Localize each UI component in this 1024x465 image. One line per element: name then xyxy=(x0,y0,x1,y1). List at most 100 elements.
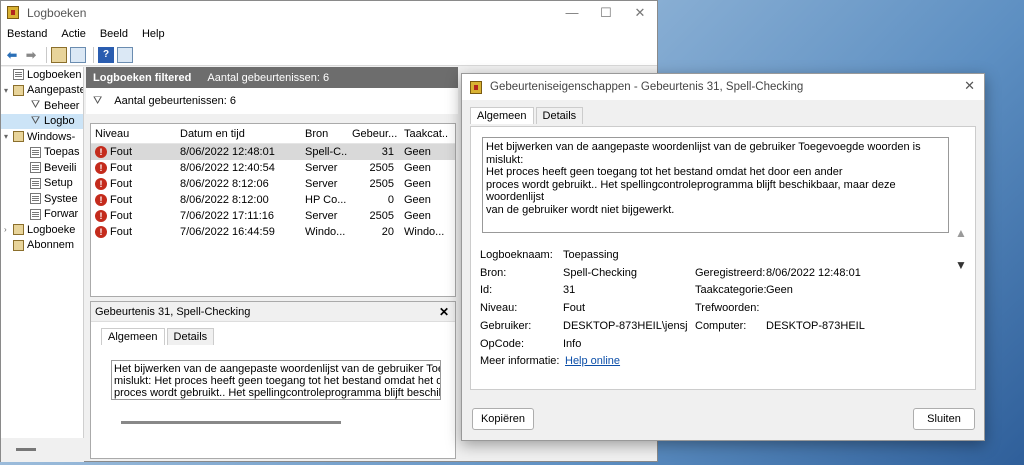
message-line: Het proces heeft geen toegang tot het be… xyxy=(486,166,843,178)
preview-close-icon[interactable]: ✕ xyxy=(439,305,449,319)
user-value: DESKTOP-873HEIL\jensj xyxy=(563,320,688,332)
tree-item[interactable]: Systee xyxy=(1,191,83,207)
logged-label: Geregistreerd: xyxy=(695,267,766,279)
cell-level: ! Fout xyxy=(91,146,175,158)
tree-item[interactable]: ▾ Aangepaste xyxy=(1,83,83,99)
expander-icon[interactable]: › xyxy=(4,225,12,234)
close-dialog-button[interactable]: Sluiten xyxy=(913,408,975,430)
level-label: Niveau: xyxy=(480,302,518,314)
tree-item[interactable]: Beveili xyxy=(1,160,83,176)
level-text: Fout xyxy=(110,194,133,206)
error-icon: ! xyxy=(95,178,107,190)
maximize-button[interactable]: ☐ xyxy=(589,1,623,24)
tab-general[interactable]: Algemeen xyxy=(101,328,165,345)
column-event-id[interactable]: Gebeur... xyxy=(347,128,399,140)
menu-bestand[interactable]: Bestand xyxy=(7,28,47,40)
table-row[interactable]: ! Fout 8/06/2022 12:40:54 Server 2505 Geen xyxy=(91,160,455,176)
menu-actie[interactable]: Actie xyxy=(61,28,85,40)
previous-event-icon[interactable]: ▲ xyxy=(952,224,970,242)
up-folder-icon[interactable] xyxy=(51,46,67,63)
event-viewer-icon xyxy=(470,80,482,94)
cell-level: ! Fout xyxy=(91,194,175,206)
table-row[interactable]: ! Fout 8/06/2022 12:48:01 Spell-C... 31 Geen xyxy=(91,144,455,160)
tab-details[interactable]: Details xyxy=(166,328,215,345)
cell-level: ! Fout xyxy=(91,226,175,238)
more-info-label: Meer informatie: xyxy=(480,355,560,367)
dialog-close-icon[interactable]: ✕ xyxy=(964,78,975,94)
cell-source: Server xyxy=(305,210,338,222)
expander-icon[interactable]: ▾ xyxy=(4,86,12,95)
folder-icon xyxy=(13,84,24,96)
opcode-value: Info xyxy=(563,338,582,350)
tree-item[interactable]: Setup xyxy=(1,176,83,192)
close-button[interactable]: ✕ xyxy=(623,1,657,24)
column-level[interactable]: Niveau xyxy=(91,128,175,140)
tree-item[interactable]: ⛛ Logbo xyxy=(1,113,83,129)
log-icon xyxy=(30,208,41,220)
error-icon: ! xyxy=(95,226,107,238)
event-preview-pane: Gebeurtenis 31, Spell-Checking ✕ Algemee… xyxy=(90,301,456,459)
folder-icon xyxy=(13,239,24,251)
table-row[interactable]: ! Fout 8/06/2022 8:12:06 Server 2505 Geen xyxy=(91,176,455,192)
cell-source: Windo... xyxy=(305,226,346,238)
preview-header: Gebeurtenis 31, Spell-Checking ✕ xyxy=(91,302,455,322)
id-label: Id: xyxy=(480,284,493,296)
dialog-tabs: Algemeen Details xyxy=(470,107,585,124)
back-icon[interactable]: ⬅ xyxy=(4,47,20,63)
center-pane: Logboeken filtered Aantal gebeurtenissen… xyxy=(86,67,458,463)
event-properties-dialog: Gebeurteniseigenschappen - Gebeurtenis 3… xyxy=(461,73,985,441)
tree-item[interactable]: › Logboeke xyxy=(1,222,83,238)
dialog-general-panel: Het bijwerken van de aangepaste woordenl… xyxy=(470,126,976,390)
tree-item[interactable]: ⛛ Beheer xyxy=(1,98,83,114)
preview-scrollbar[interactable] xyxy=(121,421,341,424)
level-value: Fout xyxy=(563,302,586,314)
next-event-icon[interactable]: ▼ xyxy=(952,256,970,274)
tree-scrollbar[interactable] xyxy=(16,448,36,451)
message-line: van de gebruiker wordt niet bijgewerkt. xyxy=(486,203,675,216)
column-date[interactable]: Datum en tijd xyxy=(175,128,300,140)
dialog-tab-general[interactable]: Algemeen xyxy=(470,107,534,124)
column-source[interactable]: Bron xyxy=(300,128,347,140)
filter-icon: ⛛ xyxy=(93,94,103,107)
tree-item[interactable]: Toepas xyxy=(1,145,83,161)
dialog-titlebar[interactable]: Gebeurteniseigenschappen - Gebeurtenis 3… xyxy=(462,74,984,100)
window-title: Logboeken xyxy=(27,5,87,20)
navigation-tree: Logboeken (lo ▾ Aangepaste⛛Beheer⛛Logbo▾Wi… xyxy=(1,67,84,438)
tree-item-label: Logboeke xyxy=(27,223,76,236)
dialog-tab-details[interactable]: Details xyxy=(535,107,584,124)
show-hide-tree-icon[interactable] xyxy=(70,46,86,63)
tree-item[interactable]: Abonnem xyxy=(1,238,83,254)
preview-description: Het bijwerken van de aangepaste woordenl… xyxy=(111,360,441,400)
cell-date: 7/06/2022 17:11:16 xyxy=(180,210,274,222)
cell-level: ! Fout xyxy=(91,178,175,190)
help-online-link[interactable]: Help online xyxy=(565,355,620,367)
table-row[interactable]: ! Fout 8/06/2022 8:12:00 HP Co... 0 Geen xyxy=(91,192,455,208)
window-titlebar[interactable]: Logboeken — ☐ ✕ xyxy=(1,1,657,24)
cell-event-id: 0 xyxy=(387,194,394,206)
log-header-title: Logboeken filtered xyxy=(93,71,192,84)
cell-task: Geen xyxy=(404,210,431,222)
minimize-button[interactable]: — xyxy=(555,1,589,24)
expander-icon[interactable]: ▾ xyxy=(4,132,12,141)
action-pane-icon[interactable] xyxy=(117,46,133,63)
tree-item[interactable]: ▾ Windows- xyxy=(1,129,83,145)
column-task[interactable]: Taakcat... xyxy=(399,128,449,140)
tree-item[interactable]: Forwar xyxy=(1,207,83,223)
tree-item-label: Aangepaste xyxy=(27,84,84,97)
tree-item-label: Setup xyxy=(44,177,73,190)
table-row[interactable]: ! Fout 7/06/2022 17:11:16 Server 2505 Geen xyxy=(91,208,455,224)
copy-button[interactable]: Kopiëren xyxy=(472,408,534,430)
forward-icon[interactable]: ➡ xyxy=(23,47,39,63)
preview-line: Het bijwerken van de aangepaste woordenl… xyxy=(114,363,441,375)
tree-item[interactable]: Logboeken (lo xyxy=(1,67,83,83)
log-header: Logboeken filtered Aantal gebeurtenissen… xyxy=(86,67,458,88)
menu-help[interactable]: Help xyxy=(142,28,165,40)
opcode-label: OpCode: xyxy=(480,338,525,350)
folder-icon xyxy=(13,224,24,236)
toolbar-divider xyxy=(93,46,94,63)
help-icon[interactable]: ? xyxy=(98,46,114,63)
error-icon: ! xyxy=(95,146,107,158)
error-icon: ! xyxy=(95,194,107,206)
table-row[interactable]: ! Fout 7/06/2022 16:44:59 Windo... 20 Windo..… xyxy=(91,224,455,240)
menu-beeld[interactable]: Beeld xyxy=(100,28,128,40)
